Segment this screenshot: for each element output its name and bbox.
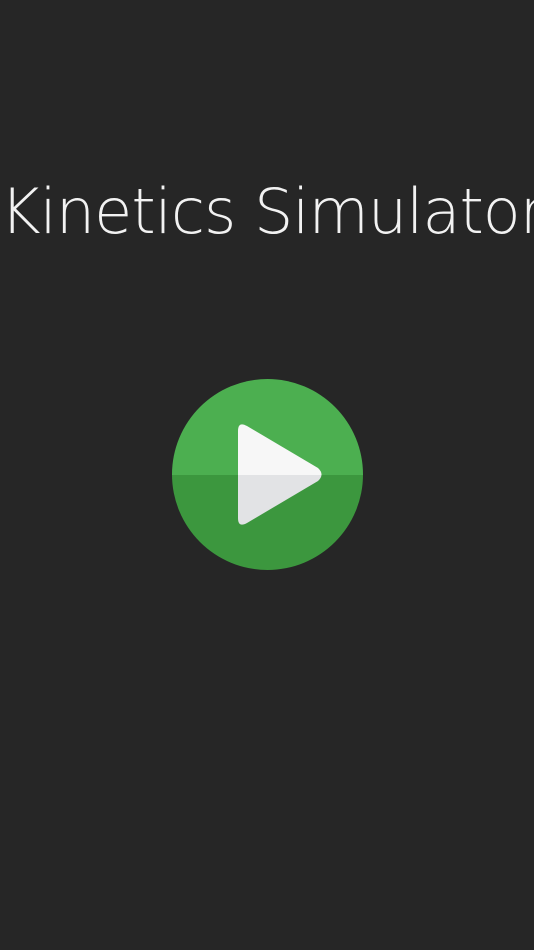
start-screen: Kinetics Simulator: [0, 0, 534, 950]
play-button[interactable]: [172, 379, 363, 570]
play-icon: [172, 379, 363, 570]
app-title: Kinetics Simulator: [0, 175, 534, 248]
